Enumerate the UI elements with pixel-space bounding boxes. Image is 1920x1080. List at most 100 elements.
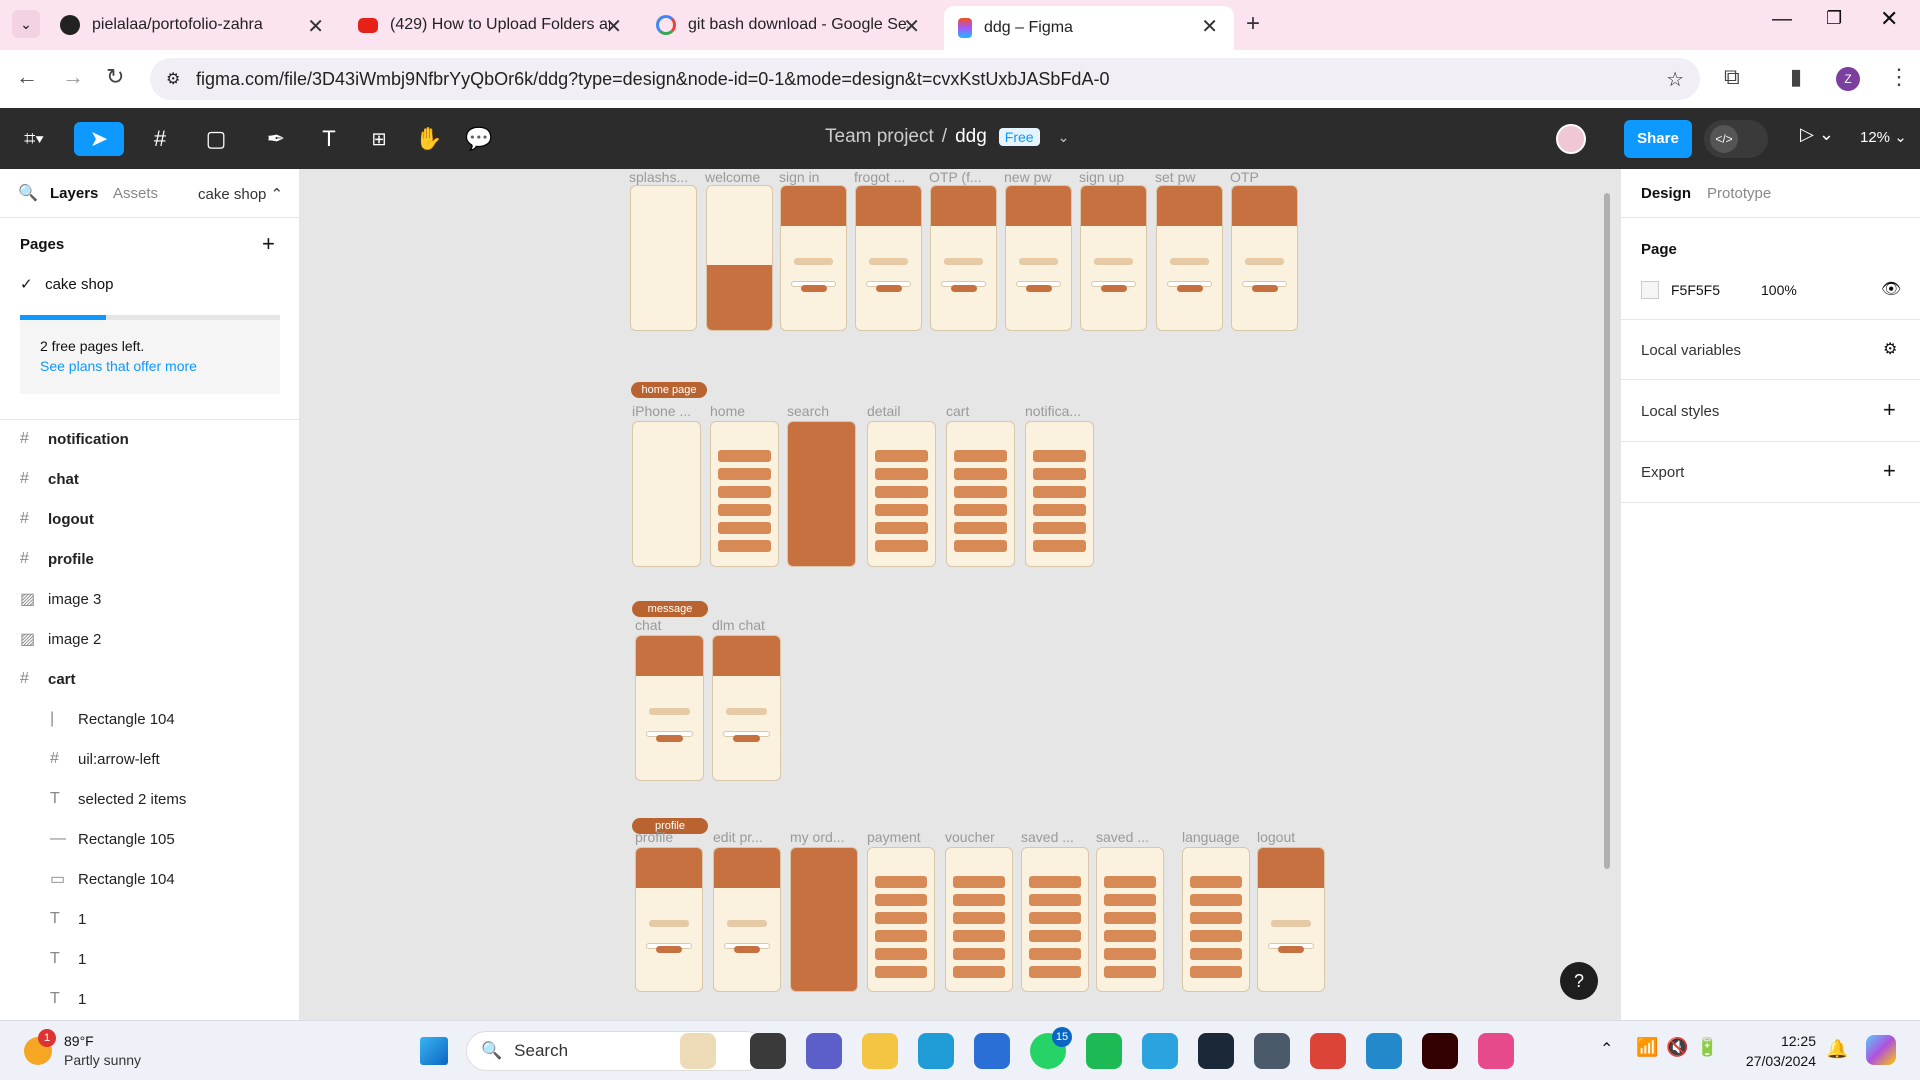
design-frame[interactable] bbox=[712, 635, 781, 781]
shape-tool-icon[interactable]: ▢ bbox=[196, 122, 236, 156]
wifi-icon[interactable]: 📶 bbox=[1636, 1037, 1658, 1058]
battery-icon[interactable]: 🔋 bbox=[1696, 1037, 1718, 1058]
frame-label[interactable]: frogot ... bbox=[854, 169, 905, 185]
frame-label[interactable]: chat bbox=[635, 617, 661, 633]
design-frame[interactable] bbox=[1021, 847, 1089, 992]
whatsapp-icon[interactable]: 15 bbox=[1030, 1027, 1072, 1069]
design-frame[interactable] bbox=[710, 421, 779, 567]
layer-item[interactable]: | Rectangle 104 bbox=[50, 701, 299, 737]
layer-item[interactable]: # uil:arrow-left bbox=[50, 741, 299, 777]
frame-label[interactable]: detail bbox=[867, 403, 900, 419]
resources-icon[interactable]: ⊞ bbox=[362, 122, 396, 156]
forward-icon[interactable]: → bbox=[62, 64, 84, 90]
eye-icon[interactable]: 👁 bbox=[1881, 279, 1901, 299]
restore-button[interactable]: ❐ bbox=[1826, 8, 1842, 29]
file-name[interactable]: ddg bbox=[955, 126, 987, 148]
add-page-icon[interactable]: + bbox=[262, 231, 275, 257]
bg-color-swatch[interactable] bbox=[1641, 281, 1659, 299]
layer-item[interactable]: T1 bbox=[50, 941, 299, 977]
notification-bell-icon[interactable]: 🔔 bbox=[1826, 1039, 1848, 1060]
page-selector[interactable]: cake shop ⌃ bbox=[198, 185, 283, 203]
design-frame[interactable] bbox=[790, 847, 858, 992]
frame-label[interactable]: sign in bbox=[779, 169, 819, 185]
frame-label[interactable]: logout bbox=[1257, 829, 1295, 845]
text-tool-icon[interactable]: T bbox=[312, 122, 346, 156]
extensions-icon[interactable]: ⧉ bbox=[1724, 64, 1740, 90]
move-tool-icon[interactable]: ➤ bbox=[74, 122, 124, 156]
design-frame[interactable] bbox=[855, 185, 922, 331]
design-frame[interactable] bbox=[1080, 185, 1147, 331]
search-icon[interactable]: 🔍 bbox=[18, 183, 38, 203]
frame-label[interactable]: splashs... bbox=[629, 169, 688, 185]
layer-item[interactable]: Tselected 2 items bbox=[50, 781, 299, 817]
taskbar-search[interactable]: 🔍 Search bbox=[466, 1031, 766, 1071]
layer-item[interactable]: ▨ image 3 bbox=[20, 581, 280, 617]
tab-youtube[interactable]: (429) How to Upload Folders an ✕ bbox=[344, 6, 638, 44]
telegram-icon[interactable] bbox=[1142, 1033, 1178, 1069]
hand-tool-icon[interactable]: ✋ bbox=[412, 122, 446, 156]
frame-tool-icon[interactable]: # bbox=[140, 122, 180, 156]
tab-layers[interactable]: Layers bbox=[50, 185, 98, 202]
profile-avatar[interactable]: Z bbox=[1836, 67, 1860, 91]
design-frame[interactable] bbox=[1025, 421, 1094, 567]
show-hidden-icon[interactable]: ⌃ bbox=[1600, 1039, 1613, 1059]
url-field[interactable]: ⚙ figma.com/file/3D43iWmbj9NfbrYyQbOr6k/… bbox=[150, 58, 1700, 100]
layer-item[interactable]: # notification bbox=[20, 421, 280, 457]
layer-item[interactable]: — Rectangle 105 bbox=[50, 821, 299, 857]
copilot-icon[interactable] bbox=[1866, 1035, 1896, 1065]
add-style-icon[interactable]: + bbox=[1883, 397, 1896, 423]
present-icon[interactable]: ▷ ⌄ bbox=[1800, 124, 1834, 145]
tab-search-dropdown[interactable]: ⌄ bbox=[12, 10, 40, 38]
dev-mode-toggle[interactable]: </> bbox=[1704, 120, 1768, 158]
menu-icon[interactable]: ⋮ bbox=[1888, 64, 1910, 90]
design-frame[interactable] bbox=[1156, 185, 1223, 331]
frame-label[interactable]: cart bbox=[946, 403, 969, 419]
calculator-icon[interactable] bbox=[1254, 1033, 1290, 1069]
frame-label[interactable]: sign up bbox=[1079, 169, 1124, 185]
close-icon[interactable]: ✕ bbox=[605, 14, 622, 39]
teams-icon[interactable] bbox=[806, 1033, 842, 1069]
frame-label[interactable]: notifica... bbox=[1025, 403, 1081, 419]
frame-label[interactable]: voucher bbox=[945, 829, 995, 845]
frame-label[interactable]: dlm chat bbox=[712, 617, 765, 633]
frame-label[interactable]: payment bbox=[867, 829, 921, 845]
design-frame[interactable] bbox=[1257, 847, 1325, 992]
layer-item[interactable]: # profile bbox=[20, 541, 280, 577]
tab-figma[interactable]: ddg – Figma ✕ bbox=[944, 6, 1234, 50]
folder-icon[interactable] bbox=[862, 1033, 898, 1069]
bg-opacity[interactable]: 100% bbox=[1761, 282, 1797, 298]
design-frame[interactable] bbox=[1182, 847, 1250, 992]
spotify-icon[interactable] bbox=[1086, 1033, 1122, 1069]
variables-icon[interactable]: ⚙ bbox=[1883, 339, 1897, 359]
close-icon[interactable]: ✕ bbox=[903, 14, 920, 39]
frame-label[interactable]: set pw bbox=[1155, 169, 1195, 185]
clock[interactable]: 12:25 27/03/2024 bbox=[1740, 1031, 1816, 1071]
chevron-down-icon[interactable]: ⌄ bbox=[1058, 129, 1070, 146]
store-icon[interactable] bbox=[974, 1033, 1010, 1069]
layer-item[interactable]: ▨ image 2 bbox=[20, 621, 280, 657]
design-frame[interactable] bbox=[787, 421, 856, 567]
layer-item[interactable]: # logout bbox=[20, 501, 280, 537]
frame-label[interactable]: language bbox=[1182, 829, 1240, 845]
design-frame[interactable] bbox=[713, 847, 781, 992]
weather-widget[interactable]: 1 89°F Partly sunny bbox=[20, 1029, 170, 1073]
design-frame[interactable] bbox=[780, 185, 847, 331]
edge-icon[interactable] bbox=[918, 1033, 954, 1069]
layer-item[interactable]: # chat bbox=[20, 461, 280, 497]
start-icon[interactable] bbox=[420, 1037, 448, 1065]
chrome-icon[interactable] bbox=[1310, 1033, 1346, 1069]
volume-icon[interactable]: 🔇 bbox=[1666, 1037, 1688, 1058]
design-canvas[interactable]: splashs... welcome sign in frogot ... OTP (f… bbox=[300, 169, 1620, 1020]
layer-item[interactable]: T1 bbox=[50, 901, 299, 937]
design-frame[interactable] bbox=[635, 635, 704, 781]
design-frame[interactable] bbox=[706, 185, 773, 331]
frame-label[interactable]: search bbox=[787, 403, 829, 419]
section-label[interactable]: message bbox=[632, 601, 708, 617]
coffee-widget-icon[interactable] bbox=[680, 1033, 716, 1069]
user-avatar[interactable] bbox=[1556, 124, 1586, 154]
tab-github[interactable]: pielalaa/portofolio-zahra ✕ bbox=[46, 6, 340, 44]
see-plans-link[interactable]: See plans that offer more bbox=[40, 358, 260, 374]
reload-icon[interactable]: ↻ bbox=[106, 64, 124, 90]
share-button[interactable]: Share bbox=[1624, 120, 1692, 158]
frame-label[interactable]: OTP bbox=[1230, 169, 1259, 185]
